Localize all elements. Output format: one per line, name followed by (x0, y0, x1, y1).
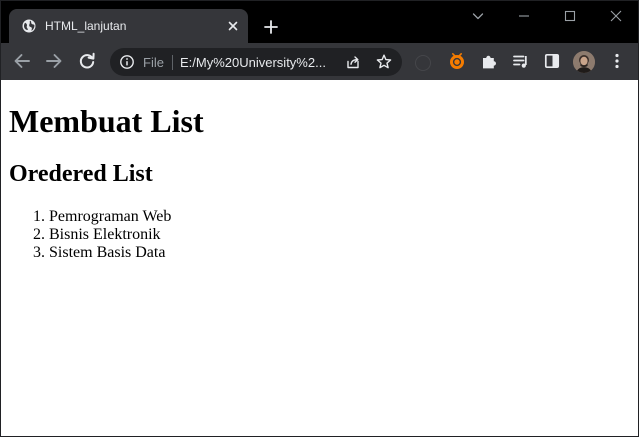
tab-title: HTML_lanjutan (45, 19, 127, 33)
globe-icon (22, 19, 36, 33)
maximize-icon[interactable] (559, 5, 581, 27)
url-text[interactable]: E:/My%20University%2... (180, 55, 326, 70)
page-heading: Membuat List (9, 103, 204, 139)
ordered-list: Pemrograman Web Bisnis Elektronik Sistem… (9, 208, 171, 262)
orange-extension-icon[interactable] (446, 50, 468, 72)
close-window-icon[interactable] (605, 5, 627, 27)
faded-extension-icon[interactable] (415, 55, 431, 71)
list-item: Sistem Basis Data (49, 244, 171, 262)
address-bar[interactable]: File E:/My%20University%2... (110, 48, 402, 76)
reload-icon[interactable] (76, 50, 98, 72)
close-icon[interactable] (225, 18, 241, 34)
browser-window: HTML_lanjutan File E:/My%20University%2.… (0, 0, 639, 437)
media-queue-icon[interactable] (510, 50, 532, 72)
puzzle-icon[interactable] (478, 50, 500, 72)
url-scheme-label: File (143, 55, 164, 70)
minimize-icon[interactable] (513, 5, 535, 27)
browser-toolbar: File E:/My%20University%2... (1, 43, 638, 80)
tab-search-icon[interactable] (467, 5, 489, 27)
url-separator (172, 55, 173, 70)
info-icon[interactable] (119, 54, 135, 70)
page-content: Membuat List Oredered List Pemrograman W… (1, 80, 638, 436)
tab-strip: HTML_lanjutan (1, 1, 638, 43)
page-subheading: Oredered List (9, 161, 153, 187)
arrow-left-icon[interactable] (11, 50, 33, 72)
star-icon[interactable] (375, 53, 393, 71)
list-item: Pemrograman Web (49, 208, 171, 226)
kebab-menu-icon[interactable] (606, 50, 628, 72)
active-tab[interactable]: HTML_lanjutan (9, 9, 248, 43)
plus-icon[interactable] (260, 16, 282, 38)
list-item: Bisnis Elektronik (49, 226, 171, 244)
avatar[interactable] (573, 51, 595, 73)
side-panel-icon[interactable] (541, 50, 563, 72)
share-icon[interactable] (344, 53, 362, 71)
profile-photo (573, 51, 595, 73)
arrow-right-icon[interactable] (43, 50, 65, 72)
